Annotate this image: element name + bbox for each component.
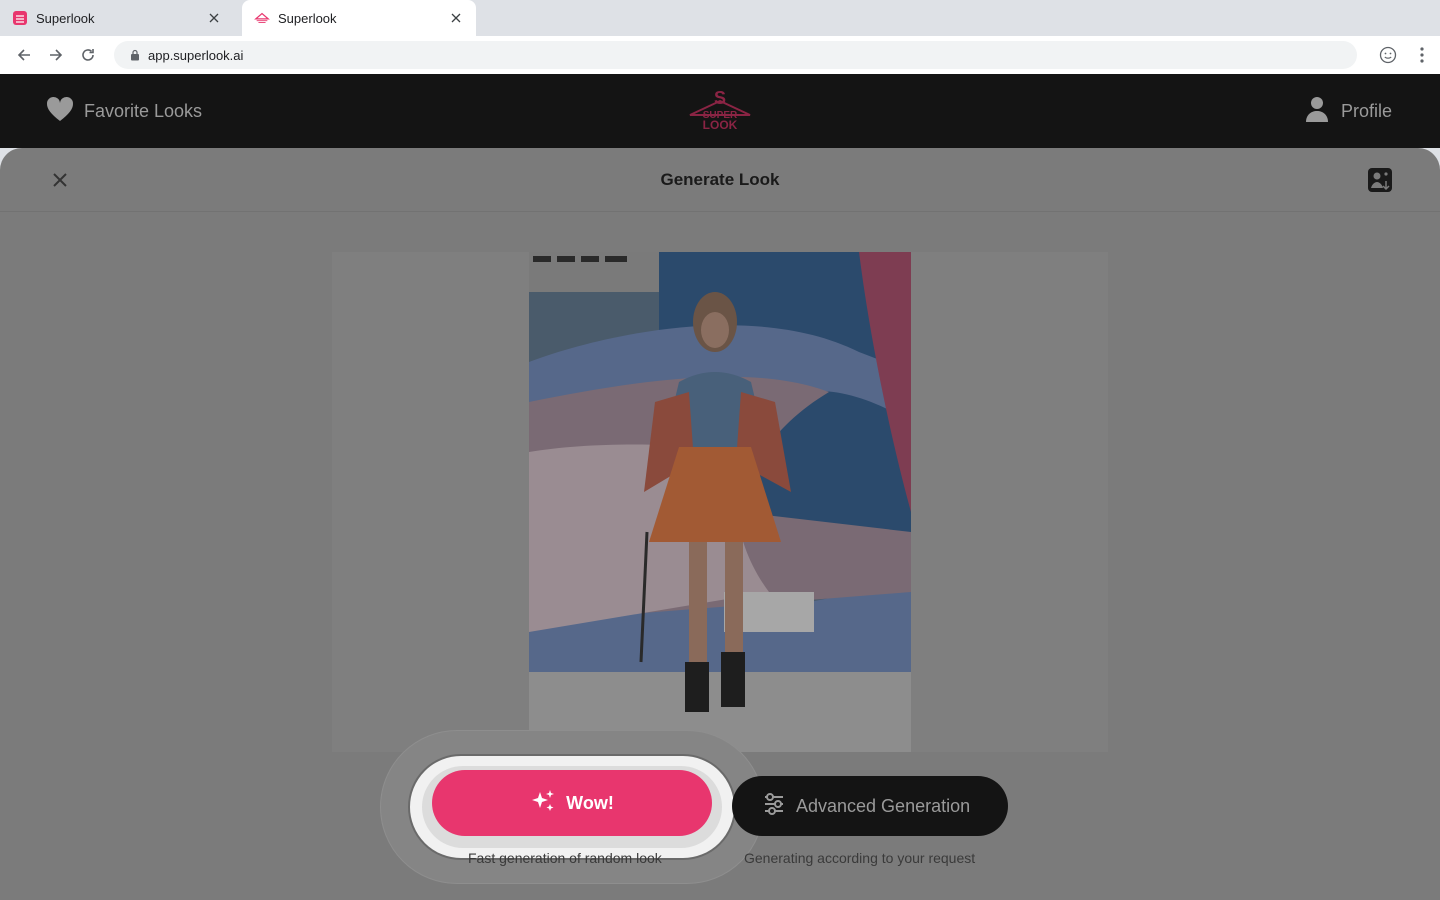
browser-toolbar: app.superlook.ai — [0, 36, 1440, 74]
person-icon — [1305, 96, 1329, 127]
profile-label: Profile — [1340, 101, 1392, 121]
modal-title: Generate Look — [660, 170, 780, 189]
favorite-looks-label: Favorite Looks — [84, 101, 203, 121]
superlook-favicon-icon — [254, 10, 270, 26]
more-vert-icon[interactable] — [1406, 39, 1438, 71]
url-text: app.superlook.ai — [148, 47, 244, 63]
advanced-generation-label: Advanced Generation — [796, 795, 971, 816]
generated-look-photo — [529, 252, 911, 752]
svg-text:S: S — [714, 88, 726, 108]
forward-arrow-icon[interactable] — [40, 39, 72, 71]
tab-close-icon[interactable] — [206, 10, 222, 26]
look-preview-frame — [332, 252, 1108, 752]
sparkles-icon — [530, 788, 556, 819]
browser-tab[interactable]: Superlook — [0, 0, 234, 36]
superlook-favicon-icon — [12, 10, 28, 26]
heart-icon — [46, 96, 74, 127]
upload-photo-icon[interactable] — [1366, 166, 1394, 194]
logo-text-look: LOOK — [703, 118, 738, 132]
sliders-icon — [762, 792, 786, 821]
generate-look-modal: Generate Look Advanced Generation Wow! F… — [0, 148, 1440, 900]
lock-icon — [130, 49, 140, 61]
profile-link[interactable]: Profile — [1305, 96, 1392, 127]
tab-title: Superlook — [36, 10, 95, 26]
browser-tab-bar: Superlook Superlook — [0, 0, 1440, 36]
wow-label: Wow! — [566, 792, 614, 813]
back-arrow-icon[interactable] — [8, 39, 40, 71]
superlook-logo[interactable]: S SUPER LOOK — [686, 88, 754, 134]
favorite-looks-link[interactable]: Favorite Looks — [46, 96, 202, 127]
tab-title: Superlook — [278, 10, 337, 26]
wow-button[interactable]: Wow! — [432, 770, 712, 836]
address-bar[interactable]: app.superlook.ai — [114, 41, 1357, 69]
browser-tab-active[interactable]: Superlook — [242, 0, 476, 36]
advanced-caption: Generating according to your request — [744, 850, 976, 866]
reload-icon[interactable] — [72, 39, 104, 71]
wow-caption: Fast generation of random look — [468, 850, 662, 866]
profile-avatar-icon[interactable] — [1372, 39, 1404, 71]
advanced-generation-button[interactable]: Advanced Generation — [732, 776, 1008, 836]
tab-close-icon[interactable] — [448, 10, 464, 26]
modal-header: Generate Look — [0, 148, 1440, 212]
app-header: Favorite Looks S SUPER LOOK Profile — [0, 74, 1440, 148]
